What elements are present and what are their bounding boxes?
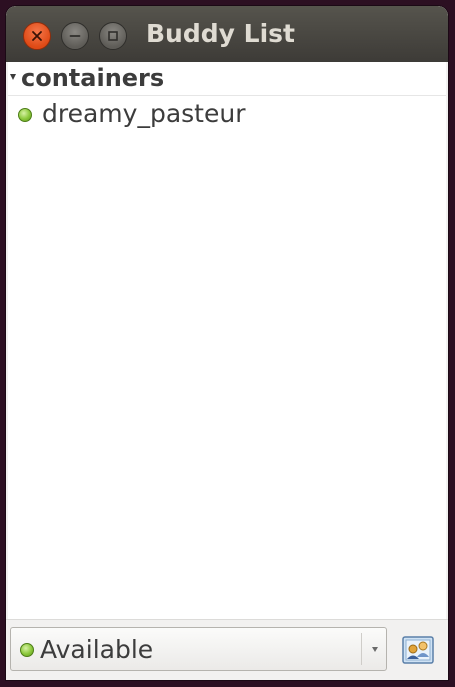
buddy-list-window: Buddy List containers dreamy_pasteur Ava… [6, 6, 448, 680]
maximize-icon [108, 31, 118, 41]
status-bar: Available [6, 619, 448, 680]
close-icon [32, 31, 42, 41]
maximize-button[interactable] [99, 22, 127, 50]
status-selector-label: Available [40, 635, 154, 664]
window-title: Buddy List [146, 19, 295, 48]
group-row-containers[interactable]: containers [8, 62, 446, 96]
close-button[interactable] [23, 22, 51, 50]
minimize-icon [69, 35, 81, 37]
status-available-icon [20, 643, 34, 657]
buddy-icon-button[interactable] [402, 634, 434, 666]
buddy-name: dreamy_pasteur [42, 99, 246, 128]
status-available-icon [18, 108, 32, 122]
buddy-icon [402, 636, 434, 664]
status-selector[interactable]: Available [10, 627, 387, 671]
chevron-down-icon[interactable] [372, 647, 378, 652]
triangle-down-icon[interactable] [10, 74, 16, 80]
divider [361, 633, 362, 665]
group-label: containers [21, 64, 165, 92]
buddy-row[interactable]: dreamy_pasteur [8, 97, 446, 131]
minimize-button[interactable] [61, 22, 89, 50]
buddy-tree[interactable]: containers dreamy_pasteur [8, 62, 446, 619]
title-bar[interactable]: Buddy List [6, 6, 448, 62]
